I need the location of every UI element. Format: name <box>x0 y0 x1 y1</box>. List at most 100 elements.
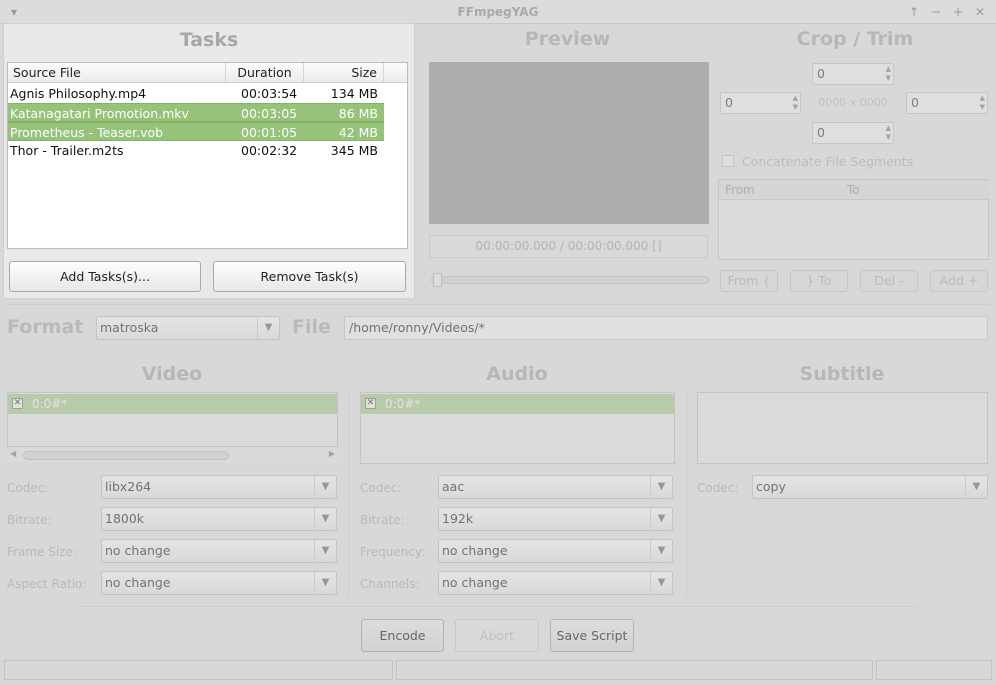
scroll-right-icon[interactable]: ▶ <box>329 449 335 458</box>
crop-bottom-value: 0 <box>817 125 825 140</box>
chevron-down-icon: ▼ <box>965 476 987 498</box>
col-size[interactable]: Size <box>304 63 384 83</box>
cell-file: Agnis Philosophy.mp4 <box>10 86 147 101</box>
subtitle-stream-list[interactable] <box>697 392 988 464</box>
audio-channels-label: Channels: <box>360 577 420 591</box>
arrow-up-icon[interactable]: ↑ <box>906 4 922 20</box>
video-stream-list[interactable]: ✕ 0:0#* <box>7 392 338 447</box>
output-file-field[interactable]: /home/ronny/Videos/* <box>344 316 988 340</box>
encode-button[interactable]: Encode <box>361 619 444 652</box>
abort-button[interactable]: Abort <box>455 619 539 652</box>
remove-tasks-button[interactable]: Remove Task(s) <box>213 261 406 292</box>
cell-size: 134 MB <box>330 86 378 101</box>
format-value: matroska <box>100 320 159 335</box>
scroll-thumb[interactable] <box>23 451 229 460</box>
audio-frequency-label: Frequency: <box>360 545 426 559</box>
crop-left-spinner[interactable]: 0 ▲ ▼ <box>720 92 801 114</box>
table-row[interactable]: Thor - Trailer.m2ts 00:02:32 345 MB <box>8 141 384 160</box>
list-item[interactable]: ✕ 0:0#* <box>8 394 337 414</box>
video-codec-select[interactable]: libx264 ▼ <box>101 475 337 499</box>
subtitle-codec-select[interactable]: copy ▼ <box>752 475 988 499</box>
video-stream-label: 0:0#* <box>32 397 68 411</box>
spinner-arrows-icon[interactable]: ▲ ▼ <box>886 124 891 142</box>
stream-checkbox-icon[interactable]: ✕ <box>365 398 376 409</box>
concat-checkbox[interactable] <box>722 155 734 167</box>
from-button[interactable]: From { <box>720 270 778 292</box>
cell-size: 42 MB <box>338 125 378 140</box>
segments-table[interactable]: From To <box>718 179 989 260</box>
cell-file: Katanagatari Promotion.mkv <box>10 106 189 121</box>
minimize-icon[interactable]: − <box>928 4 944 20</box>
video-hscrollbar[interactable]: ◀ ▶ <box>7 449 338 463</box>
title-bar: ▾ FFmpegYAG ↑ − + ✕ <box>0 0 996 24</box>
audio-bitrate-select[interactable]: 192k ▼ <box>438 507 673 531</box>
video-bitrate-select[interactable]: 1800k ▼ <box>101 507 337 531</box>
cell-duration: 00:03:05 <box>241 106 298 121</box>
audio-codec-select[interactable]: aac ▼ <box>438 475 673 499</box>
chevron-down-icon: ▼ <box>650 572 672 594</box>
cell-file: Prometheus - Teaser.vob <box>10 125 164 140</box>
preview-slider[interactable] <box>431 273 709 287</box>
video-framesize-value: no change <box>105 543 171 558</box>
table-row[interactable]: Prometheus - Teaser.vob 00:01:05 42 MB <box>8 122 384 141</box>
tasks-panel: Tasks Source File Duration Size Agnis Ph… <box>3 23 415 299</box>
file-label: File <box>292 316 331 338</box>
table-row[interactable]: Katanagatari Promotion.mkv 00:03:05 86 M… <box>8 103 384 122</box>
delete-segment-button[interactable]: Del - <box>860 270 918 292</box>
cell-duration: 00:01:05 <box>241 125 298 140</box>
status-field <box>396 660 873 680</box>
chevron-down-icon: ▼ <box>314 572 336 594</box>
crop-top-spinner[interactable]: 0 ▲ ▼ <box>812 63 894 85</box>
crop-right-spinner[interactable]: 0 ▲ ▼ <box>906 92 988 114</box>
list-item[interactable]: ✕ 0:0#* <box>361 394 674 414</box>
spinner-arrows-icon[interactable]: ▲ ▼ <box>793 94 798 112</box>
tasks-table[interactable]: Source File Duration Size Agnis Philosop… <box>7 62 408 249</box>
crop-bottom-spinner[interactable]: 0 ▲ ▼ <box>812 122 894 144</box>
crop-right-value: 0 <box>911 95 919 110</box>
spinner-arrows-icon[interactable]: ▲ ▼ <box>886 65 891 83</box>
audio-bitrate-value: 192k <box>442 511 474 526</box>
add-segment-button[interactable]: Add + <box>930 270 988 292</box>
video-bitrate-value: 1800k <box>105 511 145 526</box>
audio-stream-list[interactable]: ✕ 0:0#* <box>360 392 675 464</box>
save-script-button[interactable]: Save Script <box>550 619 634 652</box>
col-source-file[interactable]: Source File <box>8 63 226 83</box>
segments-col-to[interactable]: To <box>847 183 860 197</box>
video-aspect-select[interactable]: no change ▼ <box>101 571 337 595</box>
video-framesize-label: Frame Size: <box>7 545 77 559</box>
crop-size-label: 0000 x 0000 <box>818 96 888 109</box>
chevron-down-icon: ▼ <box>650 508 672 530</box>
add-tasks-button[interactable]: Add Tasks(s)... <box>9 261 201 292</box>
window-title: FFmpegYAG <box>457 5 539 19</box>
cell-duration: 00:03:54 <box>241 86 298 101</box>
audio-codec-value: aac <box>442 479 465 494</box>
table-row[interactable]: Agnis Philosophy.mp4 00:03:54 134 MB <box>8 84 384 103</box>
cell-duration: 00:02:32 <box>241 143 298 158</box>
crop-left-value: 0 <box>725 95 733 110</box>
subtitle-codec-label: Codec: <box>697 481 739 495</box>
subtitle-heading: Subtitle <box>799 363 885 385</box>
video-aspect-value: no change <box>105 575 171 590</box>
video-framesize-select[interactable]: no change ▼ <box>101 539 337 563</box>
format-label: Format <box>7 316 84 338</box>
format-select[interactable]: matroska ▼ <box>96 316 280 340</box>
maximize-icon[interactable]: + <box>950 4 966 20</box>
video-bitrate-label: Bitrate: <box>7 513 52 527</box>
audio-frequency-select[interactable]: no change ▼ <box>438 539 673 563</box>
segments-col-from[interactable]: From <box>725 183 755 197</box>
spinner-arrows-icon[interactable]: ▲ ▼ <box>980 94 985 112</box>
col-duration[interactable]: Duration <box>226 63 304 83</box>
to-button[interactable]: } To <box>790 270 848 292</box>
chevron-down-icon: ▼ <box>314 540 336 562</box>
chevron-down-icon: ▼ <box>257 317 279 339</box>
chevron-down-icon: ▼ <box>314 476 336 498</box>
close-icon[interactable]: ✕ <box>972 4 988 20</box>
audio-channels-value: no change <box>442 575 508 590</box>
audio-channels-select[interactable]: no change ▼ <box>438 571 673 595</box>
scroll-left-icon[interactable]: ◀ <box>10 449 16 458</box>
audio-heading: Audio <box>486 363 548 385</box>
preview-slider-handle[interactable] <box>433 273 442 287</box>
audio-codec-label: Codec: <box>360 481 402 495</box>
video-codec-label: Codec: <box>7 481 49 495</box>
stream-checkbox-icon[interactable]: ✕ <box>12 398 23 409</box>
